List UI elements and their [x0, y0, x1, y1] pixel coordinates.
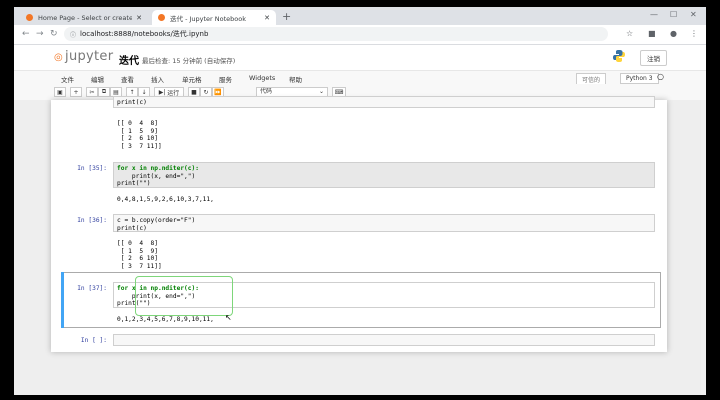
- maximize-icon[interactable]: ☐: [670, 10, 677, 19]
- copy-icon[interactable]: ⧉: [98, 87, 110, 97]
- close-tab-icon[interactable]: ✕: [136, 14, 142, 22]
- cell-prompt: In [36]:: [77, 217, 107, 224]
- code-cell-input[interactable]: for x in np.nditer(c): print(x, end=",")…: [113, 162, 655, 188]
- checkpoint-status: 最后检查: 15 分钟前 (自动保存): [142, 57, 236, 65]
- code-cell-input[interactable]: print(c): [113, 96, 655, 108]
- jupyter-logo[interactable]: ◎ jupyter: [54, 49, 113, 64]
- address-bar-row: ← → ↻ ⓘ localhost:8888/notebooks/迭代.ipyn…: [14, 25, 706, 45]
- menubar: 文件 编辑 查看 插入 单元格 服务 Widgets 帮助 可信的 Python…: [14, 70, 706, 86]
- save-icon[interactable]: ▣: [54, 87, 66, 97]
- logout-button[interactable]: 注销: [640, 50, 667, 66]
- menu-insert[interactable]: 插入: [151, 74, 164, 84]
- cell-prompt: In [35]:: [77, 165, 107, 172]
- code-cell-input[interactable]: c = b.copy(order="F") print(c): [113, 214, 655, 232]
- url-input[interactable]: ⓘ localhost:8888/notebooks/迭代.ipynb: [64, 27, 608, 41]
- run-icon: ▶|: [158, 88, 166, 96]
- cell-output: 0,4,8,1,5,9,2,6,10,3,7,11,: [117, 196, 214, 203]
- jupyter-header: ◎ jupyter 迭代 最后检查: 15 分钟前 (自动保存) 注销: [14, 44, 706, 72]
- code-line: print(x, end=","): [117, 172, 196, 180]
- code-line: print(""): [117, 180, 151, 187]
- menu-edit[interactable]: 编辑: [91, 74, 104, 84]
- cut-icon[interactable]: ✂: [86, 87, 98, 97]
- code-line: for x in np.nditer(c):: [117, 165, 199, 172]
- url-text: localhost:8888/notebooks/迭代.ipynb: [80, 30, 209, 38]
- menu-view[interactable]: 查看: [121, 74, 134, 84]
- bookmark-star-icon[interactable]: ☆: [626, 29, 633, 38]
- minimize-icon[interactable]: —: [650, 10, 658, 19]
- info-icon: ⓘ: [70, 31, 77, 39]
- tab-title: 迭代 - Jupyter Notebook: [170, 14, 247, 23]
- tab-strip: Home Page - Select or create a ✕ 迭代 - Ju…: [14, 7, 706, 25]
- extension-icon[interactable]: ■: [648, 29, 656, 38]
- kernel-idle-icon: ○: [657, 72, 664, 81]
- highlight-annotation: [135, 276, 233, 316]
- profile-icon[interactable]: ●: [670, 29, 677, 38]
- notebook-name[interactable]: 迭代: [119, 52, 139, 67]
- tab-notebook[interactable]: 迭代 - Jupyter Notebook ✕: [152, 10, 276, 25]
- notebook-page: print(c) [[ 0 4 8] [ 1 5 9] [ 2 6 10] [ …: [51, 96, 667, 352]
- jupyter-ring-icon: ◎: [54, 52, 64, 63]
- menu-widgets[interactable]: Widgets: [249, 74, 275, 82]
- close-tab-icon[interactable]: ✕: [264, 14, 270, 22]
- browser-window: Home Page - Select or create a ✕ 迭代 - Ju…: [14, 7, 706, 395]
- cell-prompt: In [ ]:: [80, 337, 107, 344]
- menu-help[interactable]: 帮助: [289, 74, 302, 84]
- chevron-down-icon: ⌄: [318, 88, 324, 95]
- tab-home-page[interactable]: Home Page - Select or create a ✕: [20, 10, 148, 25]
- tab-title: Home Page - Select or create a: [38, 13, 133, 22]
- scrollbar[interactable]: [701, 100, 706, 395]
- notebook-area: print(c) [[ 0 4 8] [ 1 5 9] [ 2 6 10] [ …: [14, 96, 706, 395]
- cell-output: 0,1,2,3,4,5,6,7,8,9,10,11,: [117, 316, 214, 323]
- new-tab-button[interactable]: +: [282, 10, 291, 23]
- code-cell-input[interactable]: [113, 334, 655, 346]
- kernel-name[interactable]: Python 3: [620, 73, 659, 84]
- menu-cell[interactable]: 单元格: [182, 74, 202, 84]
- forward-icon[interactable]: →: [36, 29, 44, 39]
- jupyter-favicon-icon: [158, 14, 165, 21]
- back-icon[interactable]: ←: [22, 29, 30, 39]
- cell-prompt: In [37]:: [77, 285, 107, 292]
- code-line: c = b.copy(order="F"): [117, 217, 196, 224]
- cell-output: [[ 0 4 8] [ 1 5 9] [ 2 6 10] [ 3 7 11]]: [117, 240, 162, 270]
- jupyter-favicon-icon: [26, 14, 33, 21]
- selected-cell-indicator: [61, 272, 64, 328]
- python-logo-icon: [613, 50, 625, 62]
- menu-kebab-icon[interactable]: ⋮: [690, 29, 698, 38]
- reload-icon[interactable]: ↻: [50, 29, 58, 39]
- close-window-icon[interactable]: ✕: [690, 10, 697, 19]
- cell-output: [[ 0 4 8] [ 1 5 9] [ 2 6 10] [ 3 7 11]]: [117, 120, 162, 150]
- menu-kernel[interactable]: 服务: [219, 74, 232, 84]
- add-cell-icon[interactable]: +: [70, 87, 82, 97]
- menu-file[interactable]: 文件: [61, 74, 74, 84]
- code-line: print(c): [117, 224, 147, 232]
- mouse-cursor-icon: ↖: [225, 313, 232, 322]
